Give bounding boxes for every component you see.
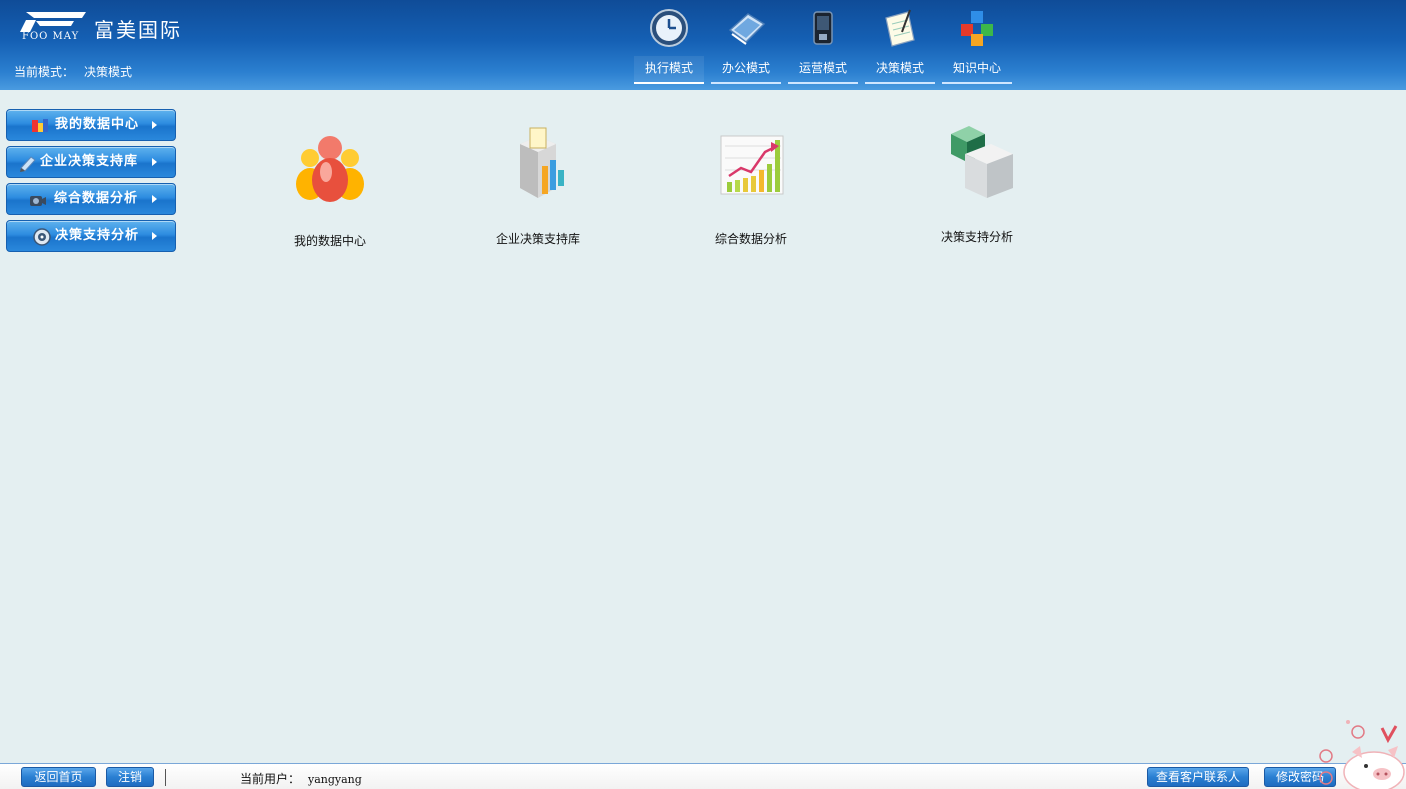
sidebar-item-label: 我的数据中心 xyxy=(55,117,140,132)
company-logo: FOO MAY 富美国际 xyxy=(20,10,220,46)
sidebar-item-label: 企业决策支持库 xyxy=(40,154,139,169)
data-blocks-icon xyxy=(32,119,48,132)
chevron-right-icon xyxy=(152,232,157,240)
tile-my-data-center[interactable]: 我的数据中心 xyxy=(250,128,410,268)
current-user: 当前用户： yangyang xyxy=(240,770,362,787)
notepad-pen-icon xyxy=(885,9,915,47)
tile-decision-analysis[interactable]: 决策支持分析 xyxy=(897,124,1057,264)
sidebar-item-decision-analysis[interactable]: 决策支持分析 xyxy=(6,220,176,252)
tile-label: 决策支持分析 xyxy=(940,230,1013,244)
notebook-icon xyxy=(728,13,766,45)
tile-label: 企业决策支持库 xyxy=(495,232,580,246)
nav-label: 办公模式 xyxy=(711,56,781,84)
current-mode: 当前模式： 决策模式 xyxy=(14,63,132,80)
tile-data-analysis[interactable]: 综合数据分析 xyxy=(671,126,831,266)
camera-icon xyxy=(30,196,46,206)
mode-nav: 执行模式 办公模式 运营模式 决策模式 知识中心 xyxy=(634,0,1012,90)
tile-label: 综合数据分析 xyxy=(714,232,787,246)
sidebar-item-data-analysis[interactable]: 综合数据分析 xyxy=(6,183,176,215)
nav-label: 知识中心 xyxy=(942,56,1012,84)
glass-cubes-icon xyxy=(951,126,1013,198)
nav-label: 执行模式 xyxy=(634,56,704,84)
nav-label: 决策模式 xyxy=(865,56,935,84)
left-sidebar: 我的数据中心 企业决策支持库 综合数据分析 决策支持分析 xyxy=(6,109,178,257)
growth-chart-icon xyxy=(720,135,784,195)
people-group-icon xyxy=(296,136,364,202)
logo-title: 富美国际 xyxy=(94,18,182,42)
current-user-label: 当前用户： xyxy=(240,772,301,786)
cubes-icon xyxy=(961,11,993,46)
nav-execution-mode[interactable]: 执行模式 xyxy=(634,0,704,90)
top-header: FOO MAY 富美国际 当前模式： 决策模式 执行模式 办公模式 运营模式 决… xyxy=(0,0,1406,90)
nav-office-mode[interactable]: 办公模式 xyxy=(711,0,781,90)
box-chart-icon xyxy=(520,127,564,198)
pig-mascot-icon xyxy=(1319,720,1405,789)
clock-icon xyxy=(650,9,688,47)
nav-label: 运营模式 xyxy=(788,56,858,84)
nav-knowledge-center[interactable]: 知识中心 xyxy=(942,0,1012,90)
home-button[interactable]: 返回首页 xyxy=(21,767,96,787)
sidebar-item-decision-library[interactable]: 企业决策支持库 xyxy=(6,146,176,178)
sidebar-item-my-data-center[interactable]: 我的数据中心 xyxy=(6,109,176,141)
current-user-name: yangyang xyxy=(308,773,362,786)
tile-decision-library[interactable]: 企业决策支持库 xyxy=(458,126,618,266)
logout-button[interactable]: 注销 xyxy=(106,767,154,787)
chevron-right-icon xyxy=(152,195,157,203)
view-contacts-button[interactable]: 查看客户联系人 xyxy=(1147,767,1249,787)
chevron-right-icon xyxy=(152,158,157,166)
pencil-icon xyxy=(20,156,36,172)
footer-divider xyxy=(165,769,166,786)
disc-icon xyxy=(33,228,51,246)
chevron-right-icon xyxy=(152,121,157,129)
current-mode-label: 当前模式： xyxy=(14,65,75,79)
logo-subtitle: FOO MAY xyxy=(22,31,80,42)
sidebar-item-label: 综合数据分析 xyxy=(54,191,139,206)
phone-icon xyxy=(813,11,833,45)
current-mode-value: 决策模式 xyxy=(84,65,133,79)
nav-decision-mode[interactable]: 决策模式 xyxy=(865,0,935,90)
nav-operation-mode[interactable]: 运营模式 xyxy=(788,0,858,90)
tile-label: 我的数据中心 xyxy=(293,234,366,248)
bottom-bar: 返回首页 注销 当前用户： yangyang 查看客户联系人 修改密码 xyxy=(0,763,1406,789)
sidebar-item-label: 决策支持分析 xyxy=(55,228,140,243)
